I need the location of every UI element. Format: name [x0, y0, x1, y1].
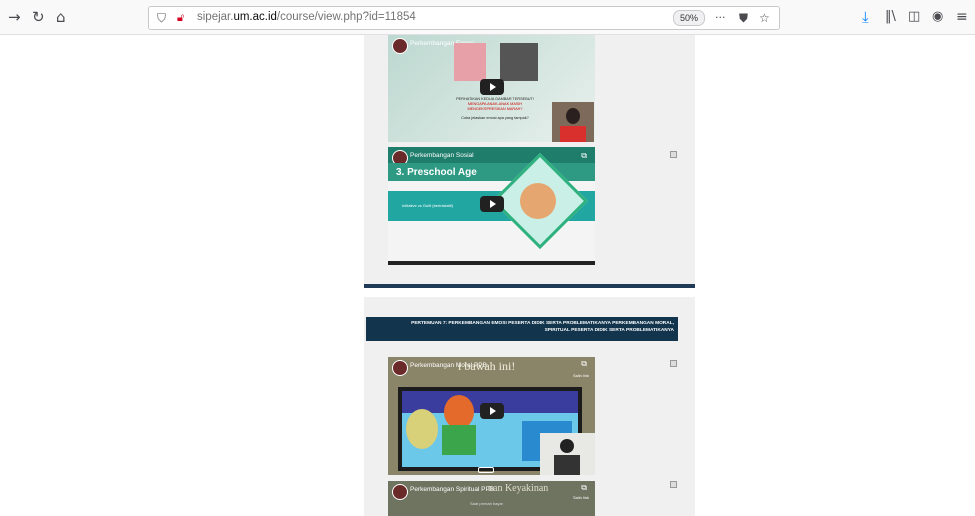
share-label: Salin link: [572, 495, 589, 500]
video-caption: Saat pernah bayar: [470, 501, 503, 506]
video-title: Perkembangan Spiritual PPB: [410, 486, 495, 493]
video-title: Perkembangan Sosial: [410, 152, 474, 159]
browser-toolbar: → ↻ ⌂ ⛉ 🔓︎ sipejar.um.ac.id/course/view.…: [0, 0, 975, 35]
slide-line: MENGEKSPRESIKAN MARAH?: [467, 107, 523, 111]
slide-subtitle: Initiative vs Guilt (berinisiatif): [402, 203, 453, 208]
video-overlay-text: nan Keyakinan: [488, 483, 549, 494]
pocket-icon[interactable]: ⛊: [739, 10, 748, 26]
forward-icon[interactable]: →: [8, 9, 21, 25]
zoom-indicator[interactable]: 50%: [673, 10, 705, 26]
insecure-lock-icon[interactable]: 🔓︎: [177, 10, 184, 26]
page-actions-icon[interactable]: ···: [715, 10, 726, 26]
copy-icon[interactable]: ⧉: [581, 151, 587, 161]
sidebar-icon[interactable]: ◫: [908, 9, 920, 25]
crying-child-photo: [454, 43, 486, 81]
library-icon[interactable]: ‖\: [885, 9, 896, 25]
completion-checkbox[interactable]: [670, 481, 677, 488]
channel-avatar: [392, 38, 408, 54]
slide-question: Coba jelaskan emosi apa yang tampak?: [461, 116, 529, 120]
banner-line: PERTEMUAN 7: PERKEMBANGAN EMOSI PESERTA …: [411, 321, 674, 326]
play-button[interactable]: [480, 79, 504, 95]
section-title-banner: PERTEMUAN 7: PERKEMBANGAN EMOSI PESERTA …: [366, 317, 678, 341]
course-section-card: Perkembangan Emosi PERHATIKAN KEDUA GAMB…: [364, 35, 695, 285]
presenter-webcam: [540, 433, 595, 475]
url-text[interactable]: sipejar.um.ac.id/course/view.php?id=1185…: [197, 11, 416, 23]
slide-heading: 3. Preschool Age: [396, 167, 477, 178]
reload-icon[interactable]: ↻: [32, 9, 45, 25]
page-content: Perkembangan Emosi PERHATIKAN KEDUA GAMB…: [0, 35, 975, 516]
share-label: Salin link: [572, 373, 589, 378]
video-embed-spiritual[interactable]: Perkembangan Spiritual PPB nan Keyakinan…: [388, 481, 595, 516]
completion-checkbox[interactable]: [670, 151, 677, 158]
angry-child-photo: [500, 43, 538, 81]
completion-checkbox[interactable]: [670, 360, 677, 367]
presenter-webcam: [552, 102, 594, 142]
channel-avatar: [392, 360, 408, 376]
channel-avatar: [392, 484, 408, 500]
url-bar[interactable]: ⛉ 🔓︎ sipejar.um.ac.id/course/view.php?id…: [148, 6, 780, 30]
video-embed-emosi[interactable]: Perkembangan Emosi PERHATIKAN KEDUA GAMB…: [388, 35, 595, 142]
section-divider: [364, 284, 695, 288]
course-section-card: PERTEMUAN 7: PERKEMBANGAN EMOSI PESERTA …: [364, 297, 695, 516]
home-icon[interactable]: ⌂: [56, 9, 66, 25]
video-embed-moral[interactable]: Perkembangan Moral PPB i bawah ini! ⧉ Sa…: [388, 357, 595, 475]
shield-icon[interactable]: ⛉: [157, 10, 166, 26]
play-button[interactable]: [480, 403, 504, 419]
banner-line: SPIRITUAL PESERTA DIDIK SERTA PROBLEMATI…: [544, 328, 674, 333]
download-icon[interactable]: ⤓: [862, 9, 869, 25]
copy-icon[interactable]: ⧉: [581, 483, 587, 493]
bookmark-star-icon[interactable]: ☆: [759, 10, 770, 26]
play-button[interactable]: [480, 196, 504, 212]
video-overlay-text: i bawah ini!: [458, 359, 516, 373]
video-embed-sosial[interactable]: Perkembangan Sosial ⧉ 3. Preschool Age I…: [388, 147, 595, 265]
menu-icon[interactable]: ≡: [956, 9, 968, 25]
copy-icon[interactable]: ⧉: [581, 359, 587, 369]
account-icon[interactable]: ◉: [932, 9, 943, 25]
